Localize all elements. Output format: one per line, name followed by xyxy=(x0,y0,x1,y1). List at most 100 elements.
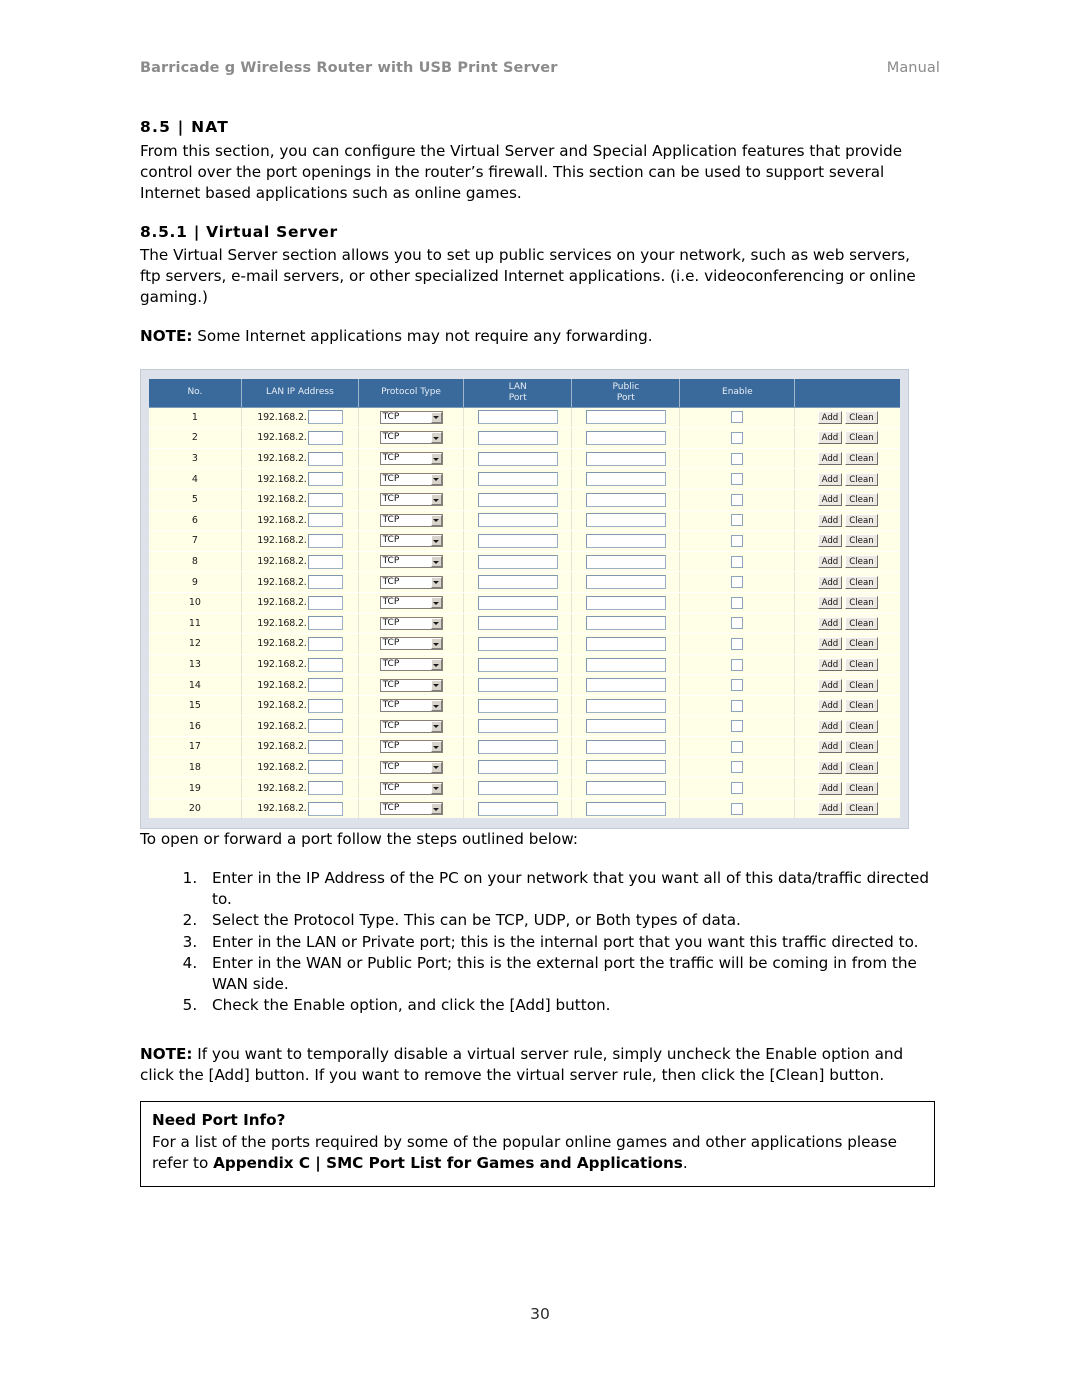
clean-button[interactable]: Clean xyxy=(845,781,878,795)
chevron-down-icon[interactable] xyxy=(430,453,442,465)
clean-button[interactable]: Clean xyxy=(845,678,878,692)
add-button[interactable]: Add xyxy=(817,760,843,774)
add-button[interactable]: Add xyxy=(817,678,843,692)
lan-port-input[interactable] xyxy=(477,430,558,445)
add-button[interactable]: Add xyxy=(817,802,843,816)
protocol-type-select[interactable]: TCP xyxy=(379,637,443,651)
public-port-input[interactable] xyxy=(585,575,666,590)
add-button[interactable]: Add xyxy=(817,452,843,466)
lan-ip-octet-input[interactable] xyxy=(307,739,343,754)
add-button[interactable]: Add xyxy=(817,699,843,713)
public-port-input[interactable] xyxy=(585,636,666,651)
lan-port-input[interactable] xyxy=(477,801,558,816)
lan-port-input[interactable] xyxy=(477,492,558,507)
add-button[interactable]: Add xyxy=(817,555,843,569)
clean-button[interactable]: Clean xyxy=(845,452,878,466)
lan-port-input[interactable] xyxy=(477,760,558,775)
enable-checkbox[interactable] xyxy=(731,411,744,424)
lan-ip-octet-input[interactable] xyxy=(307,595,343,610)
clean-button[interactable]: Clean xyxy=(845,699,878,713)
enable-checkbox[interactable] xyxy=(731,473,744,486)
clean-button[interactable]: Clean xyxy=(845,431,878,445)
add-button[interactable]: Add xyxy=(817,575,843,589)
public-port-input[interactable] xyxy=(585,698,666,713)
lan-ip-octet-input[interactable] xyxy=(307,492,343,507)
add-button[interactable]: Add xyxy=(817,616,843,630)
add-button[interactable]: Add xyxy=(817,596,843,610)
public-port-input[interactable] xyxy=(585,760,666,775)
protocol-type-select[interactable]: TCP xyxy=(379,802,443,816)
clean-button[interactable]: Clean xyxy=(845,555,878,569)
clean-button[interactable]: Clean xyxy=(845,760,878,774)
public-port-input[interactable] xyxy=(585,719,666,734)
lan-port-input[interactable] xyxy=(477,636,558,651)
public-port-input[interactable] xyxy=(585,533,666,548)
protocol-type-select[interactable]: TCP xyxy=(379,513,443,527)
lan-port-input[interactable] xyxy=(477,513,558,528)
protocol-type-select[interactable]: TCP xyxy=(379,493,443,507)
lan-port-input[interactable] xyxy=(477,554,558,569)
lan-ip-octet-input[interactable] xyxy=(307,719,343,734)
enable-checkbox[interactable] xyxy=(731,617,744,630)
clean-button[interactable]: Clean xyxy=(845,616,878,630)
enable-checkbox[interactable] xyxy=(731,679,744,692)
chevron-down-icon[interactable] xyxy=(430,535,442,547)
public-port-input[interactable] xyxy=(585,410,666,425)
lan-port-input[interactable] xyxy=(477,781,558,796)
lan-port-input[interactable] xyxy=(477,616,558,631)
protocol-type-select[interactable]: TCP xyxy=(379,555,443,569)
lan-ip-octet-input[interactable] xyxy=(307,430,343,445)
protocol-type-select[interactable]: TCP xyxy=(379,719,443,733)
protocol-type-select[interactable]: TCP xyxy=(379,534,443,548)
chevron-down-icon[interactable] xyxy=(430,679,442,691)
chevron-down-icon[interactable] xyxy=(430,473,442,485)
add-button[interactable]: Add xyxy=(817,781,843,795)
enable-checkbox[interactable] xyxy=(731,493,744,506)
clean-button[interactable]: Clean xyxy=(845,534,878,548)
clean-button[interactable]: Clean xyxy=(845,658,878,671)
public-port-input[interactable] xyxy=(585,492,666,507)
lan-ip-octet-input[interactable] xyxy=(307,410,343,425)
public-port-input[interactable] xyxy=(585,657,666,672)
add-button[interactable]: Add xyxy=(817,410,843,424)
add-button[interactable]: Add xyxy=(817,658,843,671)
protocol-type-select[interactable]: TCP xyxy=(379,472,443,486)
lan-port-input[interactable] xyxy=(477,472,558,487)
enable-checkbox[interactable] xyxy=(731,761,744,774)
lan-ip-octet-input[interactable] xyxy=(307,554,343,569)
clean-button[interactable]: Clean xyxy=(845,493,878,507)
chevron-down-icon[interactable] xyxy=(430,803,442,815)
chevron-down-icon[interactable] xyxy=(430,494,442,506)
lan-port-input[interactable] xyxy=(477,698,558,713)
lan-port-input[interactable] xyxy=(477,678,558,693)
chevron-down-icon[interactable] xyxy=(430,597,442,609)
chevron-down-icon[interactable] xyxy=(430,761,442,773)
clean-button[interactable]: Clean xyxy=(845,637,878,651)
protocol-type-select[interactable]: TCP xyxy=(379,616,443,630)
protocol-type-select[interactable]: TCP xyxy=(379,596,443,610)
public-port-input[interactable] xyxy=(585,739,666,754)
lan-ip-octet-input[interactable] xyxy=(307,472,343,487)
clean-button[interactable]: Clean xyxy=(845,575,878,589)
lan-ip-octet-input[interactable] xyxy=(307,575,343,590)
enable-checkbox[interactable] xyxy=(731,596,744,609)
public-port-input[interactable] xyxy=(585,430,666,445)
chevron-down-icon[interactable] xyxy=(430,411,442,423)
lan-port-input[interactable] xyxy=(477,533,558,548)
chevron-down-icon[interactable] xyxy=(430,432,442,444)
lan-port-input[interactable] xyxy=(477,595,558,610)
protocol-type-select[interactable]: TCP xyxy=(379,410,443,424)
enable-checkbox[interactable] xyxy=(731,637,744,650)
clean-button[interactable]: Clean xyxy=(845,513,878,527)
clean-button[interactable]: Clean xyxy=(845,410,878,424)
public-port-input[interactable] xyxy=(585,472,666,487)
clean-button[interactable]: Clean xyxy=(845,740,878,754)
chevron-down-icon[interactable] xyxy=(430,514,442,526)
public-port-input[interactable] xyxy=(585,678,666,693)
enable-checkbox[interactable] xyxy=(731,431,744,444)
protocol-type-select[interactable]: TCP xyxy=(379,699,443,713)
protocol-type-select[interactable]: TCP xyxy=(379,678,443,692)
chevron-down-icon[interactable] xyxy=(430,720,442,732)
public-port-input[interactable] xyxy=(585,616,666,631)
lan-port-input[interactable] xyxy=(477,657,558,672)
